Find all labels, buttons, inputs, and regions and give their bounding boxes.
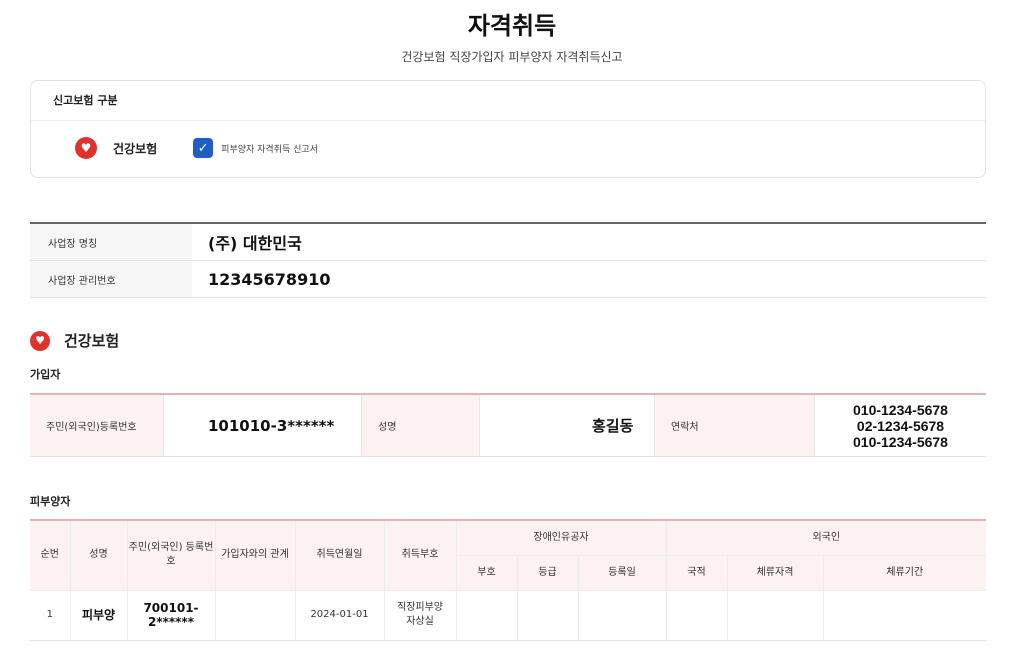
cell-stay-period (823, 590, 987, 641)
business-number-row: 사업장 관리번호 12345678910 (30, 261, 986, 298)
subscriber-phone-list: 010-1234-5678 02-1234-5678 010-1234-5678 (815, 395, 986, 456)
col-header-disabled-grade: 등급 (517, 555, 579, 591)
report-type-panel: 신고보험 구분 ♥ 건강보험 ✓ 피부양자 자격취득 신고서 (30, 80, 986, 178)
subscriber-contact-label: 연락처 (655, 395, 815, 456)
col-header-acq-date: 취득연월일 (295, 519, 385, 591)
dependent-header-row: 순번 성명 주민(외국인) 등록번호 가입자와의 관계 취득연월일 취득부호 장… (30, 519, 987, 591)
business-name-row: 사업장 명칭 (주) 대한민국 (30, 224, 986, 261)
cell-name: 피부양 (70, 590, 128, 641)
col-group-disabled: 장애인유공자 (456, 519, 667, 556)
business-info-table: 사업장 명칭 (주) 대한민국 사업장 관리번호 12345678910 (30, 222, 986, 298)
phone-number: 010-1234-5678 (853, 433, 948, 450)
business-number-value: 12345678910 (208, 269, 331, 289)
cell-acq-code-line1: 직장피부양 (397, 602, 443, 613)
col-header-acq-code: 취득부호 (384, 519, 457, 591)
page-title: 자격취득 (467, 12, 557, 40)
cell-nationality (666, 590, 728, 641)
insurance-name: 건강보험 (113, 141, 158, 156)
col-group-foreigner: 외국인 (666, 519, 987, 556)
business-number-label: 사업장 관리번호 (30, 261, 192, 297)
heart-icon: ♥ (30, 330, 50, 351)
subscriber-id-label: 주민(외국인)등록번호 (30, 395, 164, 456)
cell-acq-code-line2: 자상실 (406, 616, 434, 627)
cell-id: 700101- 2****** (127, 590, 216, 641)
subscriber-name-value: 홍길동 (480, 395, 655, 456)
table-row: 1 피부양 700101- 2****** 2024-01-01 직장피부양자상실 (30, 590, 987, 641)
col-header-no: 순번 (30, 519, 71, 591)
dependent-report-checkbox[interactable]: ✓ (193, 138, 214, 158)
col-header-stay-period: 체류기간 (823, 555, 987, 591)
cell-disabled-grade (517, 590, 579, 641)
cell-id-line1: 700101- (143, 601, 199, 615)
subscriber-table: 주민(외국인)등록번호 101010-3****** 성명 홍길동 연락처 01… (30, 393, 986, 457)
cell-acq-code: 직장피부양자상실 (384, 590, 457, 641)
business-name-label: 사업장 명칭 (30, 224, 192, 260)
col-header-nationality: 국적 (666, 555, 728, 591)
cell-stay-status (727, 590, 824, 641)
heart-icon: ♥ (75, 137, 97, 159)
page-subtitle: 건강보험 직장가입자 피부양자 자격취득신고 (401, 50, 623, 64)
cell-id-line2: 2****** (147, 615, 194, 629)
report-type-heading: 신고보험 구분 (31, 81, 985, 121)
check-icon: ✓ (197, 140, 209, 156)
col-header-disabled-reg-date: 등록일 (578, 555, 667, 591)
section-title-text: 건강보험 (64, 332, 120, 350)
phone-number: 02-1234-5678 (856, 417, 945, 434)
business-name-value: (주) 대한민국 (208, 234, 302, 253)
col-header-id: 주민(외국인) 등록번호 (127, 519, 216, 591)
checkbox-label[interactable]: 피부양자 자격취득 신고서 (221, 142, 318, 155)
report-type-row: ♥ 건강보험 ✓ 피부양자 자격취득 신고서 (75, 137, 318, 159)
phone-number: 010-1234-5678 (853, 401, 948, 418)
cell-no: 1 (30, 590, 71, 641)
subscriber-id-value: 101010-3****** (164, 395, 362, 456)
col-header-relation: 가입자와의 관계 (215, 519, 296, 591)
subscriber-heading: 가입자 (30, 368, 61, 381)
dependent-heading: 피부양자 (30, 495, 71, 508)
cell-acq-date: 2024-01-01 (295, 590, 385, 641)
cell-disabled-code (456, 590, 518, 641)
cell-relation (215, 590, 296, 641)
col-header-name: 성명 (70, 519, 128, 591)
col-header-stay-status: 체류자격 (727, 555, 824, 591)
subscriber-name-label: 성명 (362, 395, 480, 456)
section-title: ♥ 건강보험 (30, 330, 119, 351)
cell-disabled-reg-date (578, 590, 667, 641)
dependent-table: 순번 성명 주민(외국인) 등록번호 가입자와의 관계 취득연월일 취득부호 장… (30, 519, 987, 641)
col-header-disabled-code: 부호 (456, 555, 518, 591)
